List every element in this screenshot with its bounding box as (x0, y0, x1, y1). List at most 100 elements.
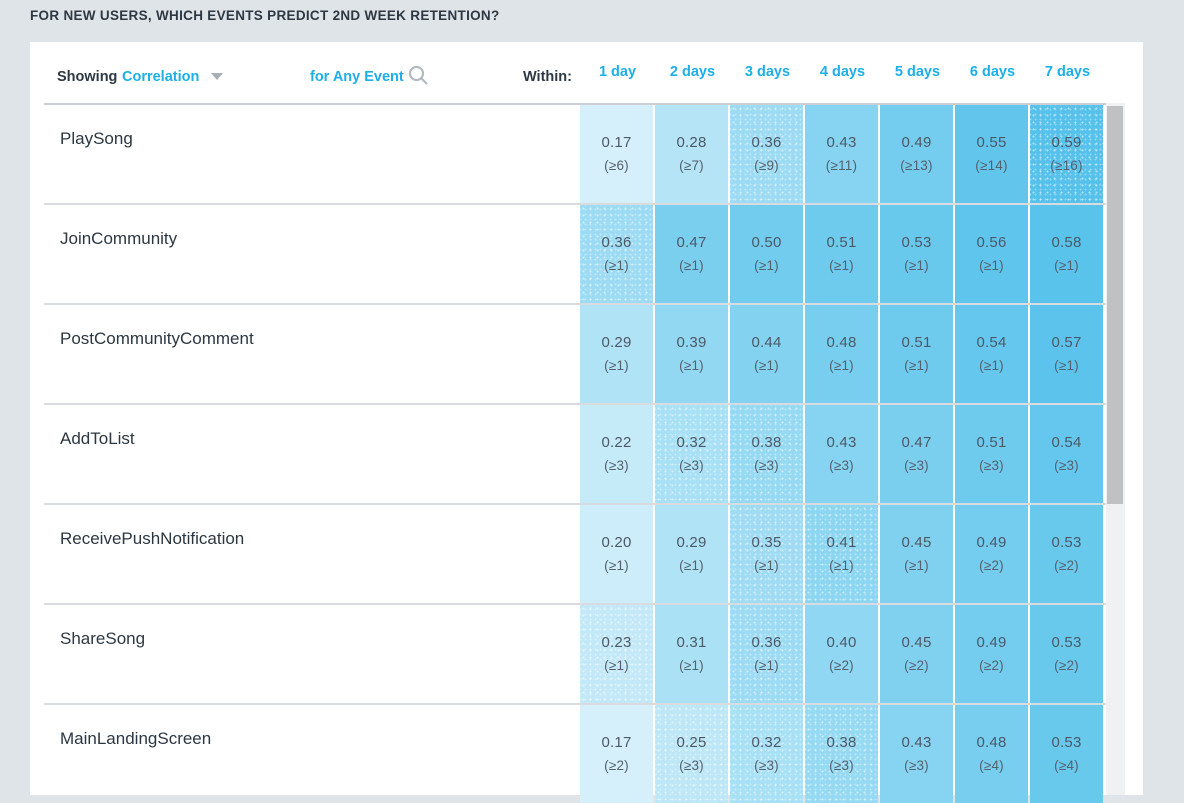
cell-threshold: (≥7) (679, 158, 704, 173)
cell-correlation-value: 0.29 (677, 534, 707, 551)
heatmap-cell[interactable]: 0.40(≥2) (805, 605, 878, 703)
cell-threshold: (≥1) (604, 558, 629, 573)
event-name[interactable]: MainLandingScreen (60, 729, 211, 749)
cell-correlation-value: 0.50 (752, 234, 782, 251)
cell-correlation-value: 0.29 (602, 334, 632, 351)
heatmap-cell[interactable]: 0.53(≥2) (1030, 505, 1103, 603)
heatmap-cell[interactable]: 0.43(≥3) (805, 405, 878, 503)
cell-threshold: (≥1) (1054, 358, 1079, 373)
heatmap-cell[interactable]: 0.32(≥3) (730, 705, 803, 803)
heatmap-cell[interactable]: 0.39(≥1) (655, 305, 728, 403)
scrollbar-thumb[interactable] (1107, 106, 1123, 504)
heatmap-cell[interactable]: 0.50 (≥1) (730, 205, 803, 303)
heatmap-cell[interactable]: 0.51(≥1) (880, 305, 953, 403)
heatmap-cell[interactable]: 0.58(≥1) (1030, 205, 1103, 303)
heatmap-cell[interactable]: 0.45 (≥1) (880, 505, 953, 603)
heatmap-cell[interactable]: 0.43(≥3) (880, 705, 953, 803)
event-name[interactable]: JoinCommunity (60, 229, 177, 249)
heatmap-cell[interactable]: 0.28(≥7) (655, 105, 728, 203)
heatmap-cell[interactable]: 0.29(≥1) (580, 305, 653, 403)
heatmap-cell[interactable]: 0.29(≥1) (655, 505, 728, 603)
cell-correlation-value: 0.43 (827, 134, 857, 151)
cell-threshold: (≥1) (754, 258, 779, 273)
heatmap-cell[interactable]: 0.57 (≥1) (1030, 305, 1103, 403)
heatmap-cell[interactable]: 0.48(≥4) (955, 705, 1028, 803)
event-name[interactable]: PlaySong (60, 129, 133, 149)
heatmap-cell[interactable]: 0.36(≥1) (580, 205, 653, 303)
heatmap-cell[interactable]: 0.36(≥1) (730, 605, 803, 703)
cell-threshold: (≥3) (604, 458, 629, 473)
heatmap: PlaySong 0.17(≥6)0.28(≥7)0.36(≥9)0.43(≥11… (30, 42, 1143, 795)
cell-correlation-value: 0.45 (902, 534, 932, 551)
event-name[interactable]: PostCommunityComment (60, 329, 254, 349)
cell-threshold: (≥3) (754, 758, 779, 773)
compass-card: Showing Correlation for Any Event Within… (30, 42, 1143, 795)
cell-correlation-value: 0.38 (827, 734, 857, 751)
cell-correlation-value: 0.53 (902, 234, 932, 251)
cell-threshold: (≥1) (829, 358, 854, 373)
cell-threshold: (≥1) (829, 258, 854, 273)
cell-correlation-value: 0.57 (1052, 334, 1082, 351)
heatmap-cell[interactable]: 0.49(≥2) (955, 505, 1028, 603)
cell-threshold: (≥1) (754, 558, 779, 573)
event-row: ReceivePushNotification0.20(≥1)0.29(≥1)0… (30, 503, 1143, 603)
event-name[interactable]: ShareSong (60, 629, 145, 649)
heatmap-cell[interactable]: 0.47(≥3) (880, 405, 953, 503)
heatmap-cell[interactable]: 0.25(≥3) (655, 705, 728, 803)
heatmap-cell[interactable]: 0.22(≥3) (580, 405, 653, 503)
heatmap-cell[interactable]: 0.41(≥1) (805, 505, 878, 603)
cell-correlation-value: 0.35 (752, 534, 782, 551)
heatmap-cell[interactable]: 0.35 (≥1) (730, 505, 803, 603)
cell-threshold: (≥1) (904, 558, 929, 573)
scrollbar-track[interactable] (1106, 103, 1125, 795)
cell-threshold: (≥6) (604, 158, 629, 173)
cell-threshold: (≥3) (979, 458, 1004, 473)
cell-threshold: (≥1) (1054, 258, 1079, 273)
heatmap-cell[interactable]: 0.53(≥1) (880, 205, 953, 303)
heatmap-cell[interactable]: 0.47(≥1) (655, 205, 728, 303)
page-title: FOR NEW USERS, WHICH EVENTS PREDICT 2ND … (30, 8, 500, 23)
cell-correlation-value: 0.51 (977, 434, 1007, 451)
cell-correlation-value: 0.38 (752, 434, 782, 451)
heatmap-cell[interactable]: 0.38(≥3) (805, 705, 878, 803)
heatmap-cell[interactable]: 0.31(≥1) (655, 605, 728, 703)
cell-correlation-value: 0.44 (752, 334, 782, 351)
event-row: AddToList0.22(≥3)0.32(≥3)0.38(≥3)0.43(≥3… (30, 403, 1143, 503)
cell-correlation-value: 0.36 (752, 134, 782, 151)
heatmap-cell[interactable]: 0.38(≥3) (730, 405, 803, 503)
heatmap-cell[interactable]: 0.56(≥1) (955, 205, 1028, 303)
heatmap-cell[interactable]: 0.44(≥1) (730, 305, 803, 403)
heatmap-cell[interactable]: 0.53(≥4) (1030, 705, 1103, 803)
heatmap-cell[interactable]: 0.55(≥14) (955, 105, 1028, 203)
event-name[interactable]: AddToList (60, 429, 135, 449)
event-row: MainLandingScreen0.17(≥2)0.25(≥3)0.32(≥3… (30, 703, 1143, 803)
heatmap-cell[interactable]: 0.36(≥9) (730, 105, 803, 203)
heatmap-cell[interactable]: 0.53(≥2) (1030, 605, 1103, 703)
cell-correlation-value: 0.20 (602, 534, 632, 551)
heatmap-cell[interactable]: 0.23(≥1) (580, 605, 653, 703)
heatmap-cell[interactable]: 0.17(≥2) (580, 705, 653, 803)
heatmap-cell[interactable]: 0.45(≥2) (880, 605, 953, 703)
heatmap-cell[interactable]: 0.49(≥13) (880, 105, 953, 203)
heatmap-cell[interactable]: 0.54(≥1) (955, 305, 1028, 403)
cell-correlation-value: 0.36 (752, 634, 782, 651)
heatmap-cell[interactable]: 0.59(≥16) (1030, 105, 1103, 203)
cell-threshold: (≥1) (679, 658, 704, 673)
heatmap-cell[interactable]: 0.54(≥3) (1030, 405, 1103, 503)
event-name[interactable]: ReceivePushNotification (60, 529, 244, 549)
cell-threshold: (≥3) (904, 758, 929, 773)
heatmap-cell[interactable]: 0.48(≥1) (805, 305, 878, 403)
cell-threshold: (≥1) (829, 558, 854, 573)
cell-correlation-value: 0.25 (677, 734, 707, 751)
cell-correlation-value: 0.55 (977, 134, 1007, 151)
event-row: PostCommunityComment0.29(≥1)0.39(≥1)0.44… (30, 303, 1143, 403)
heatmap-cell[interactable]: 0.32(≥3) (655, 405, 728, 503)
heatmap-cell[interactable]: 0.43(≥11) (805, 105, 878, 203)
heatmap-cell[interactable]: 0.49(≥2) (955, 605, 1028, 703)
cell-threshold: (≥1) (979, 358, 1004, 373)
heatmap-cell[interactable]: 0.20 (≥1) (580, 505, 653, 603)
cell-correlation-value: 0.40 (827, 634, 857, 651)
heatmap-cell[interactable]: 0.17(≥6) (580, 105, 653, 203)
heatmap-cell[interactable]: 0.51(≥1) (805, 205, 878, 303)
heatmap-cell[interactable]: 0.51 (≥3) (955, 405, 1028, 503)
